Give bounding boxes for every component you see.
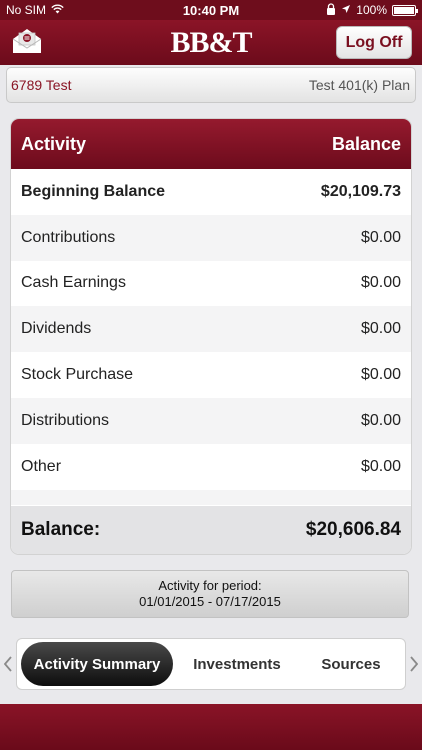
total-label: Balance: (21, 519, 101, 540)
row-label: Beginning Balance (21, 182, 166, 200)
row-value: $0.00 (360, 320, 401, 338)
period-range: 01/01/2015 - 07/17/2015 (139, 594, 281, 609)
activity-period[interactable]: Activity for period: 01/01/2015 - 07/17/… (11, 570, 409, 618)
row-value: $0.00 (360, 274, 401, 292)
activity-table-header: Activity Balance (11, 119, 411, 169)
table-row: Beginning Balance $20,109.73 (11, 169, 411, 215)
table-row: Distributions $0.00 (11, 397, 411, 444)
row-value: $20,109.73 (320, 182, 401, 200)
row-value: $0.00 (360, 411, 401, 429)
status-right: 100% (276, 2, 418, 18)
status-left: No SIM (6, 3, 146, 17)
row-label: Distributions (21, 411, 110, 429)
row-spacer (11, 489, 411, 505)
battery-fill (394, 6, 414, 14)
row-label: Other (21, 457, 62, 475)
status-time: 10:40 PM (182, 2, 240, 18)
table-row: Dividends $0.00 (11, 306, 411, 353)
activity-rows: Beginning Balance $20,109.73 Contributio… (11, 169, 411, 505)
chevron-left-icon[interactable] (3, 652, 13, 676)
period-title: Activity for period: (158, 578, 262, 593)
table-row: Contributions $0.00 (11, 214, 411, 261)
total-balance-row: Balance: $20,606.84 (11, 506, 411, 554)
col-activity: Activity (21, 133, 87, 154)
tab-sources[interactable]: Sources (301, 642, 401, 686)
row-label: Cash Earnings (21, 274, 126, 292)
account-selector[interactable]: 6789 Test Test 401(k) Plan (6, 67, 416, 103)
activity-card: Activity Balance Beginning Balance $20,1… (11, 119, 411, 554)
account-name: 6789 Test (11, 77, 72, 93)
carrier-label: No SIM (6, 3, 47, 17)
row-label: Stock Purchase (21, 366, 134, 384)
table-row: Cash Earnings $0.00 (11, 261, 411, 307)
battery-percent: 100% (356, 3, 387, 17)
wifi-icon (51, 3, 64, 17)
row-value: $0.00 (360, 457, 401, 475)
logoff-button[interactable]: Log Off (336, 26, 412, 59)
table-row: Other $0.00 (11, 444, 411, 490)
row-label: Contributions (21, 228, 116, 246)
row-label: Dividends (21, 320, 92, 338)
battery-icon (392, 4, 418, 16)
lock-icon (326, 2, 336, 18)
row-value: $0.00 (360, 366, 401, 384)
table-row: Stock Purchase $0.00 (11, 352, 411, 398)
tab-bar: Activity Summary Investments Sources (16, 638, 406, 690)
app-footer (0, 704, 422, 750)
tab-investments[interactable]: Investments (173, 642, 301, 686)
row-value: $0.00 (360, 228, 401, 246)
col-balance: Balance (331, 133, 401, 154)
location-icon (341, 3, 351, 17)
status-bar: No SIM 10:40 PM 100% (0, 0, 422, 20)
bbt-logo: BB&T (170, 25, 252, 59)
mail-icon (11, 27, 43, 60)
account-plan: Test 401(k) Plan (308, 77, 410, 93)
total-value: $20,606.84 (305, 519, 401, 540)
app-header: BB&T Log Off (0, 20, 422, 65)
mail-button[interactable] (8, 28, 46, 58)
tab-activity-summary[interactable]: Activity Summary (21, 642, 173, 686)
chevron-right-icon[interactable] (409, 652, 419, 676)
